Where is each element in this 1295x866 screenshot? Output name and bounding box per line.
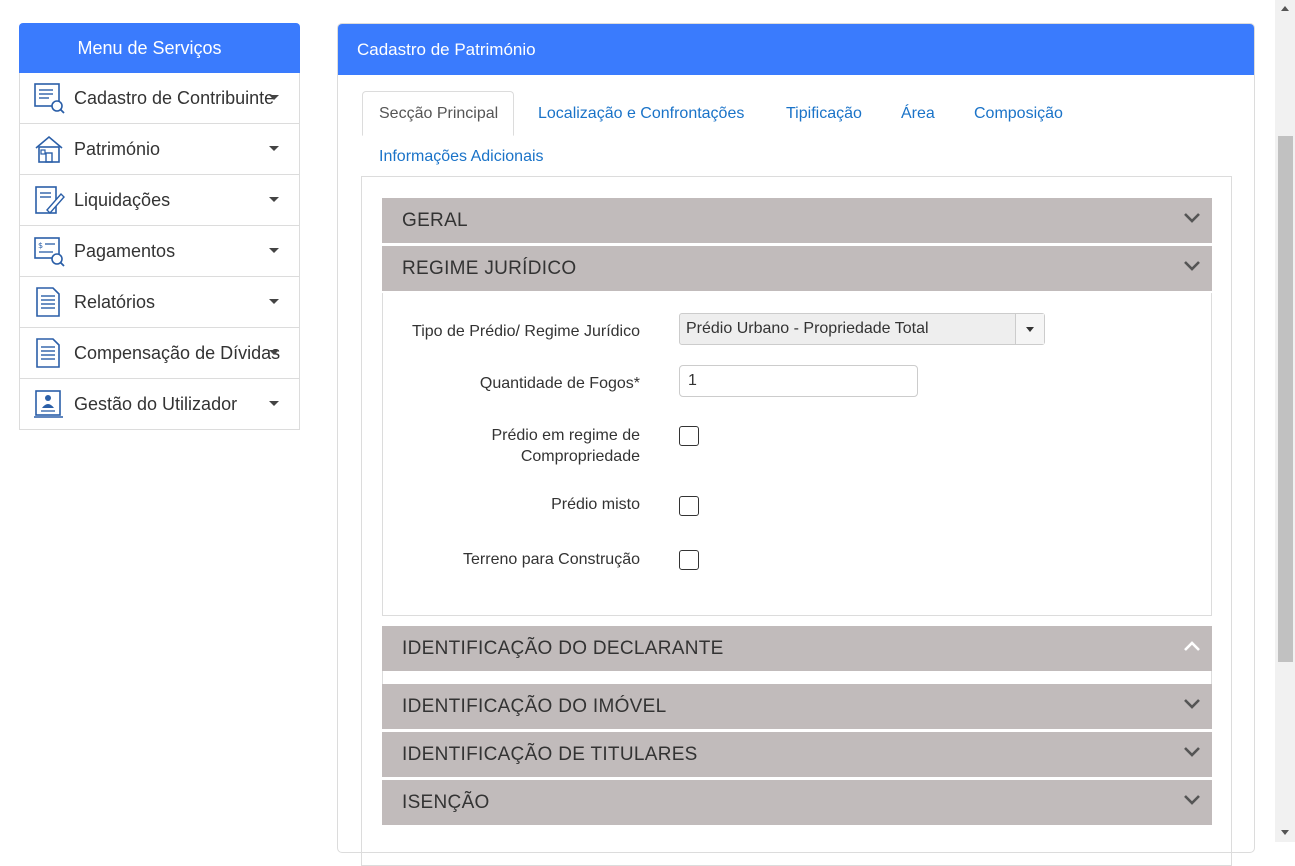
section-identificacao-declarante-header[interactable]: IDENTIFICAÇÃO DO DECLARANTE [382, 626, 1212, 671]
svg-text:$: $ [38, 241, 43, 250]
report-document-icon [32, 336, 66, 370]
sidebar-item-label: Liquidações [74, 189, 171, 210]
sidebar-item-patrimonio[interactable]: Património [19, 124, 300, 175]
page-scrollbar[interactable] [1275, 0, 1295, 842]
tab-localizacao-confrontacoes[interactable]: Localização e Confrontações [538, 105, 744, 123]
chevron-down-icon [1184, 213, 1200, 223]
chevron-down-icon [1184, 747, 1200, 757]
section-geral-header[interactable]: GERAL [382, 198, 1212, 243]
section-title: REGIME JURÍDICO [402, 257, 577, 279]
tipo-predio-label: Tipo de Prédio/ Regime Jurídico [412, 323, 640, 340]
sidebar-item-relatorios[interactable]: Relatórios [19, 277, 300, 328]
chevron-down-icon [269, 401, 279, 406]
section-identificacao-imovel-header[interactable]: IDENTIFICAÇÃO DO IMÓVEL [382, 684, 1212, 729]
services-menu: Menu de Serviços Cadastro de Contribuint… [19, 23, 300, 430]
sidebar-item-label: Compensação de Dívidas [74, 342, 281, 363]
chevron-down-icon [1184, 795, 1200, 805]
predio-misto-label: Prédio misto [551, 496, 640, 513]
regime-juridico-body: Tipo de Prédio/ Regime Jurídico Prédio U… [382, 293, 1212, 616]
predio-misto-checkbox[interactable] [679, 496, 699, 516]
chevron-down-icon [1184, 261, 1200, 271]
chevron-down-icon [269, 197, 279, 202]
house-icon [32, 132, 66, 166]
chevron-up-icon [1184, 641, 1200, 651]
sidebar-item-gestao-utilizador[interactable]: Gestão do Utilizador [19, 379, 300, 430]
sidebar-item-label: Relatórios [74, 291, 156, 312]
section-title: IDENTIFICAÇÃO DO IMÓVEL [402, 695, 667, 717]
payment-search-icon: $ [32, 234, 66, 268]
chevron-down-icon [269, 350, 279, 355]
section-regime-juridico-header[interactable]: REGIME JURÍDICO [382, 246, 1212, 291]
comprop-label: Prédio em regime de Compropriedade [491, 425, 640, 467]
sidebar-item-pagamentos[interactable]: $ Pagamentos [19, 226, 300, 277]
tab-seccao-principal[interactable]: Secção Principal [362, 91, 515, 136]
compropriedade-checkbox[interactable] [679, 426, 699, 446]
sidebar-item-compensacao-dividas[interactable]: Compensação de Dívidas [19, 328, 300, 379]
chevron-down-icon [269, 95, 279, 100]
section-identificacao-titulares-header[interactable]: IDENTIFICAÇÃO DE TITULARES [382, 732, 1212, 777]
page-title: Cadastro de Património [338, 24, 1254, 75]
user-management-icon [32, 387, 66, 421]
sidebar-item-cadastro-contribuinte[interactable]: Cadastro de Contribuinte [19, 73, 300, 124]
quantidade-fogos-label: Quantidade de Fogos* [479, 375, 640, 392]
sidebar-item-label: Pagamentos [74, 240, 176, 261]
terreno-construcao-checkbox[interactable] [679, 550, 699, 570]
scroll-up-arrow-icon[interactable] [1281, 6, 1289, 11]
sidebar-item-label: Património [74, 138, 161, 159]
tipo-predio-select[interactable]: Prédio Urbano - Propriedade Total [679, 313, 1045, 345]
quantidade-fogos-input[interactable] [679, 365, 918, 397]
section-title: ISENÇÃO [402, 791, 490, 813]
declarante-body [382, 671, 1212, 685]
sidebar-item-label: Gestão do Utilizador [74, 393, 238, 414]
sidebar-item-label: Cadastro de Contribuinte [74, 87, 275, 108]
chevron-down-icon [269, 146, 279, 151]
scroll-down-arrow-icon[interactable] [1281, 830, 1289, 835]
tab-composicao[interactable]: Composição [974, 105, 1063, 123]
section-title: IDENTIFICAÇÃO DE TITULARES [402, 743, 698, 765]
terreno-construcao-label: Terreno para Construção [463, 551, 640, 568]
scrollbar-thumb[interactable] [1278, 136, 1293, 662]
tab-tipificacao[interactable]: Tipificação [786, 105, 862, 123]
section-isencao-header[interactable]: ISENÇÃO [382, 780, 1212, 825]
contribuinte-search-icon [32, 81, 66, 115]
chevron-down-icon [1184, 699, 1200, 709]
dropdown-arrow-icon[interactable] [1015, 314, 1044, 344]
tab-informacoes-adicionais[interactable]: Informações Adicionais [379, 148, 544, 166]
chevron-down-icon [269, 299, 279, 304]
section-title: IDENTIFICAÇÃO DO DECLARANTE [402, 637, 724, 659]
sidebar-item-liquidacoes[interactable]: Liquidações [19, 175, 300, 226]
comprop-label-line2: Compropriedade [520, 448, 640, 465]
services-menu-title: Menu de Serviços [19, 23, 300, 73]
tab-content: GERAL REGIME JURÍDICO Tipo de Prédio/ Re… [361, 176, 1232, 866]
report-document-icon [32, 285, 66, 319]
tab-area[interactable]: Área [901, 105, 935, 123]
document-edit-icon [32, 183, 66, 217]
section-title: GERAL [402, 209, 468, 231]
main-panel: Cadastro de Património Secção Principal … [337, 23, 1255, 866]
comprop-label-line1: Prédio em regime de [491, 427, 640, 444]
chevron-down-icon [269, 248, 279, 253]
tipo-predio-value: Prédio Urbano - Propriedade Total [686, 320, 929, 337]
